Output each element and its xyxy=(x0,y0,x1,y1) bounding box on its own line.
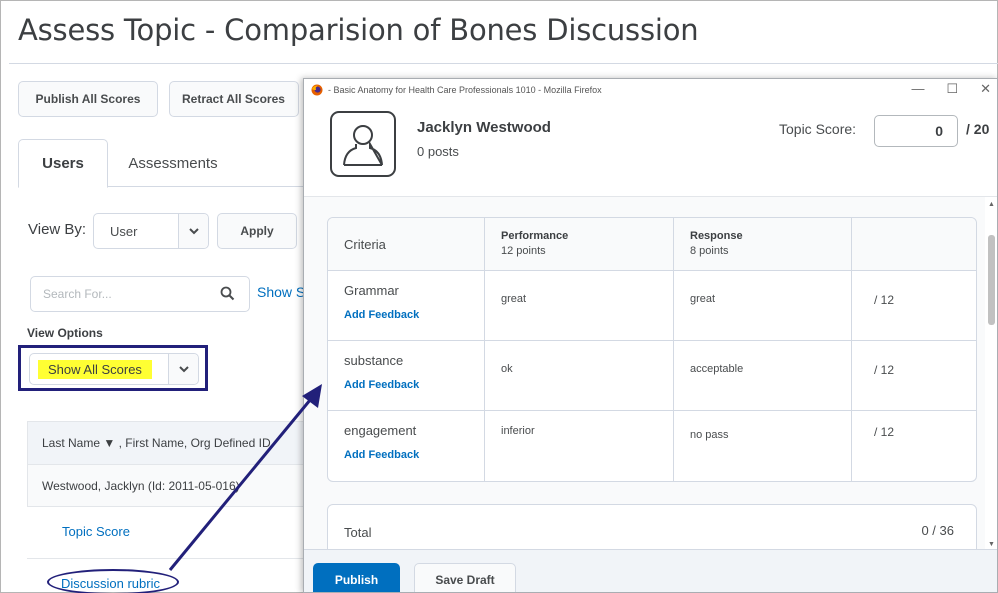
avatar-icon xyxy=(330,111,396,177)
rubric-popup-window: - Basic Anatomy for Health Care Professi… xyxy=(303,78,998,593)
rubric-content-area: Criteria Performance 12 points Response … xyxy=(304,197,997,564)
add-feedback-link[interactable]: Add Feedback xyxy=(344,379,419,391)
criterion-score: / 12 xyxy=(874,425,895,439)
search-placeholder: Search For... xyxy=(43,287,112,301)
page-title: Assess Topic - Comparision of Bones Disc… xyxy=(18,13,699,47)
firefox-icon xyxy=(311,84,323,96)
criterion-name: substance xyxy=(344,353,404,368)
apply-button[interactable]: Apply xyxy=(217,213,297,249)
level-description: great xyxy=(501,293,527,305)
scroll-down-icon[interactable]: ▼ xyxy=(988,541,995,548)
vertical-scrollbar[interactable]: ▲ ▼ xyxy=(985,197,997,552)
rubric-table: Criteria Performance 12 points Response … xyxy=(327,217,977,482)
total-value: 0 / 36 xyxy=(921,523,954,538)
criterion-score: / 12 xyxy=(874,293,895,307)
discussion-rubric-link[interactable]: Discussion rubric xyxy=(61,576,160,591)
rubric-level-cell[interactable]: acceptable xyxy=(674,341,852,410)
view-by-value: User xyxy=(110,223,138,239)
topic-score-out-of: / 20 xyxy=(966,121,990,137)
publish-all-scores-button[interactable]: Publish All Scores xyxy=(18,81,158,117)
tab-assessments[interactable]: Assessments xyxy=(118,139,228,187)
chevron-down-icon xyxy=(168,354,198,384)
criterion-name: Grammar xyxy=(344,283,399,298)
user-list-header[interactable]: Last Name ▼ , First Name, Org Defined ID xyxy=(27,421,311,465)
criterion-score: / 12 xyxy=(874,363,895,377)
window-title-bar: - Basic Anatomy for Health Care Professi… xyxy=(304,79,997,101)
topic-score-link[interactable]: Topic Score xyxy=(62,524,130,539)
scroll-thumb[interactable] xyxy=(988,235,995,325)
maximize-icon[interactable]: ☐ xyxy=(946,81,958,97)
rubric-row: engagement Add Feedback inferior no pass… xyxy=(328,411,976,481)
level-points: 8 points xyxy=(690,245,729,257)
level-name: Performance xyxy=(501,230,569,242)
search-input[interactable]: Search For... xyxy=(30,276,250,312)
rubric-level-cell[interactable]: no pass xyxy=(674,411,852,481)
view-by-select[interactable]: User xyxy=(93,213,209,249)
close-icon[interactable]: ✕ xyxy=(980,81,991,97)
tab-bar: Users Assessments xyxy=(18,139,308,188)
rubric-level-cell[interactable]: great xyxy=(674,271,852,340)
user-name: Jacklyn Westwood xyxy=(417,119,551,136)
level-description: ok xyxy=(501,363,513,375)
user-header: Jacklyn Westwood 0 posts Topic Score: 0 … xyxy=(304,101,997,197)
annotation-highlight-box: Show All Scores xyxy=(18,345,208,391)
chevron-down-icon xyxy=(178,214,208,248)
scores-filter-value: Show All Scores xyxy=(38,359,152,379)
total-label: Total xyxy=(344,525,372,540)
topic-score-input[interactable]: 0 xyxy=(874,115,958,147)
rubric-header-row: Criteria Performance 12 points Response … xyxy=(328,218,976,271)
search-icon[interactable] xyxy=(220,286,235,304)
view-options-label: View Options xyxy=(27,326,103,340)
scores-filter-select[interactable]: Show All Scores xyxy=(29,353,199,385)
show-search-options-link[interactable]: Show S xyxy=(257,284,305,300)
criteria-header: Criteria xyxy=(344,237,386,252)
level-name: Response xyxy=(690,230,743,242)
rubric-row: Grammar Add Feedback great great / 12 xyxy=(328,271,976,341)
popup-footer: Publish Save Draft xyxy=(304,549,997,592)
scroll-up-icon[interactable]: ▲ xyxy=(988,201,995,208)
view-by-label: View By: xyxy=(28,221,87,238)
rubric-row: substance Add Feedback ok acceptable / 1… xyxy=(328,341,976,411)
rubric-level-cell[interactable]: great xyxy=(485,271,674,340)
user-list-row: Westwood, Jacklyn (Id: 2011-05-016) xyxy=(27,465,311,507)
level-description: acceptable xyxy=(690,363,744,375)
criterion-name: engagement xyxy=(344,423,417,438)
level-description: no pass xyxy=(690,429,729,441)
rubric-level-cell[interactable]: ok xyxy=(485,341,674,410)
add-feedback-link[interactable]: Add Feedback xyxy=(344,449,419,461)
save-draft-button[interactable]: Save Draft xyxy=(414,563,516,592)
level-description: inferior xyxy=(501,425,535,437)
level-description: great xyxy=(690,293,716,305)
retract-all-scores-button[interactable]: Retract All Scores xyxy=(169,81,299,117)
topic-score-label: Topic Score: xyxy=(779,121,857,137)
minimize-icon[interactable]: — xyxy=(911,81,924,97)
publish-button[interactable]: Publish xyxy=(313,563,400,592)
level-points: 12 points xyxy=(501,245,546,257)
tab-users[interactable]: Users xyxy=(18,139,108,188)
user-post-count: 0 posts xyxy=(417,144,459,159)
add-feedback-link[interactable]: Add Feedback xyxy=(344,309,419,321)
rubric-level-cell[interactable]: inferior xyxy=(485,411,674,481)
window-title: - Basic Anatomy for Health Care Professi… xyxy=(328,85,602,95)
list-divider xyxy=(27,558,311,559)
title-divider xyxy=(9,63,998,64)
